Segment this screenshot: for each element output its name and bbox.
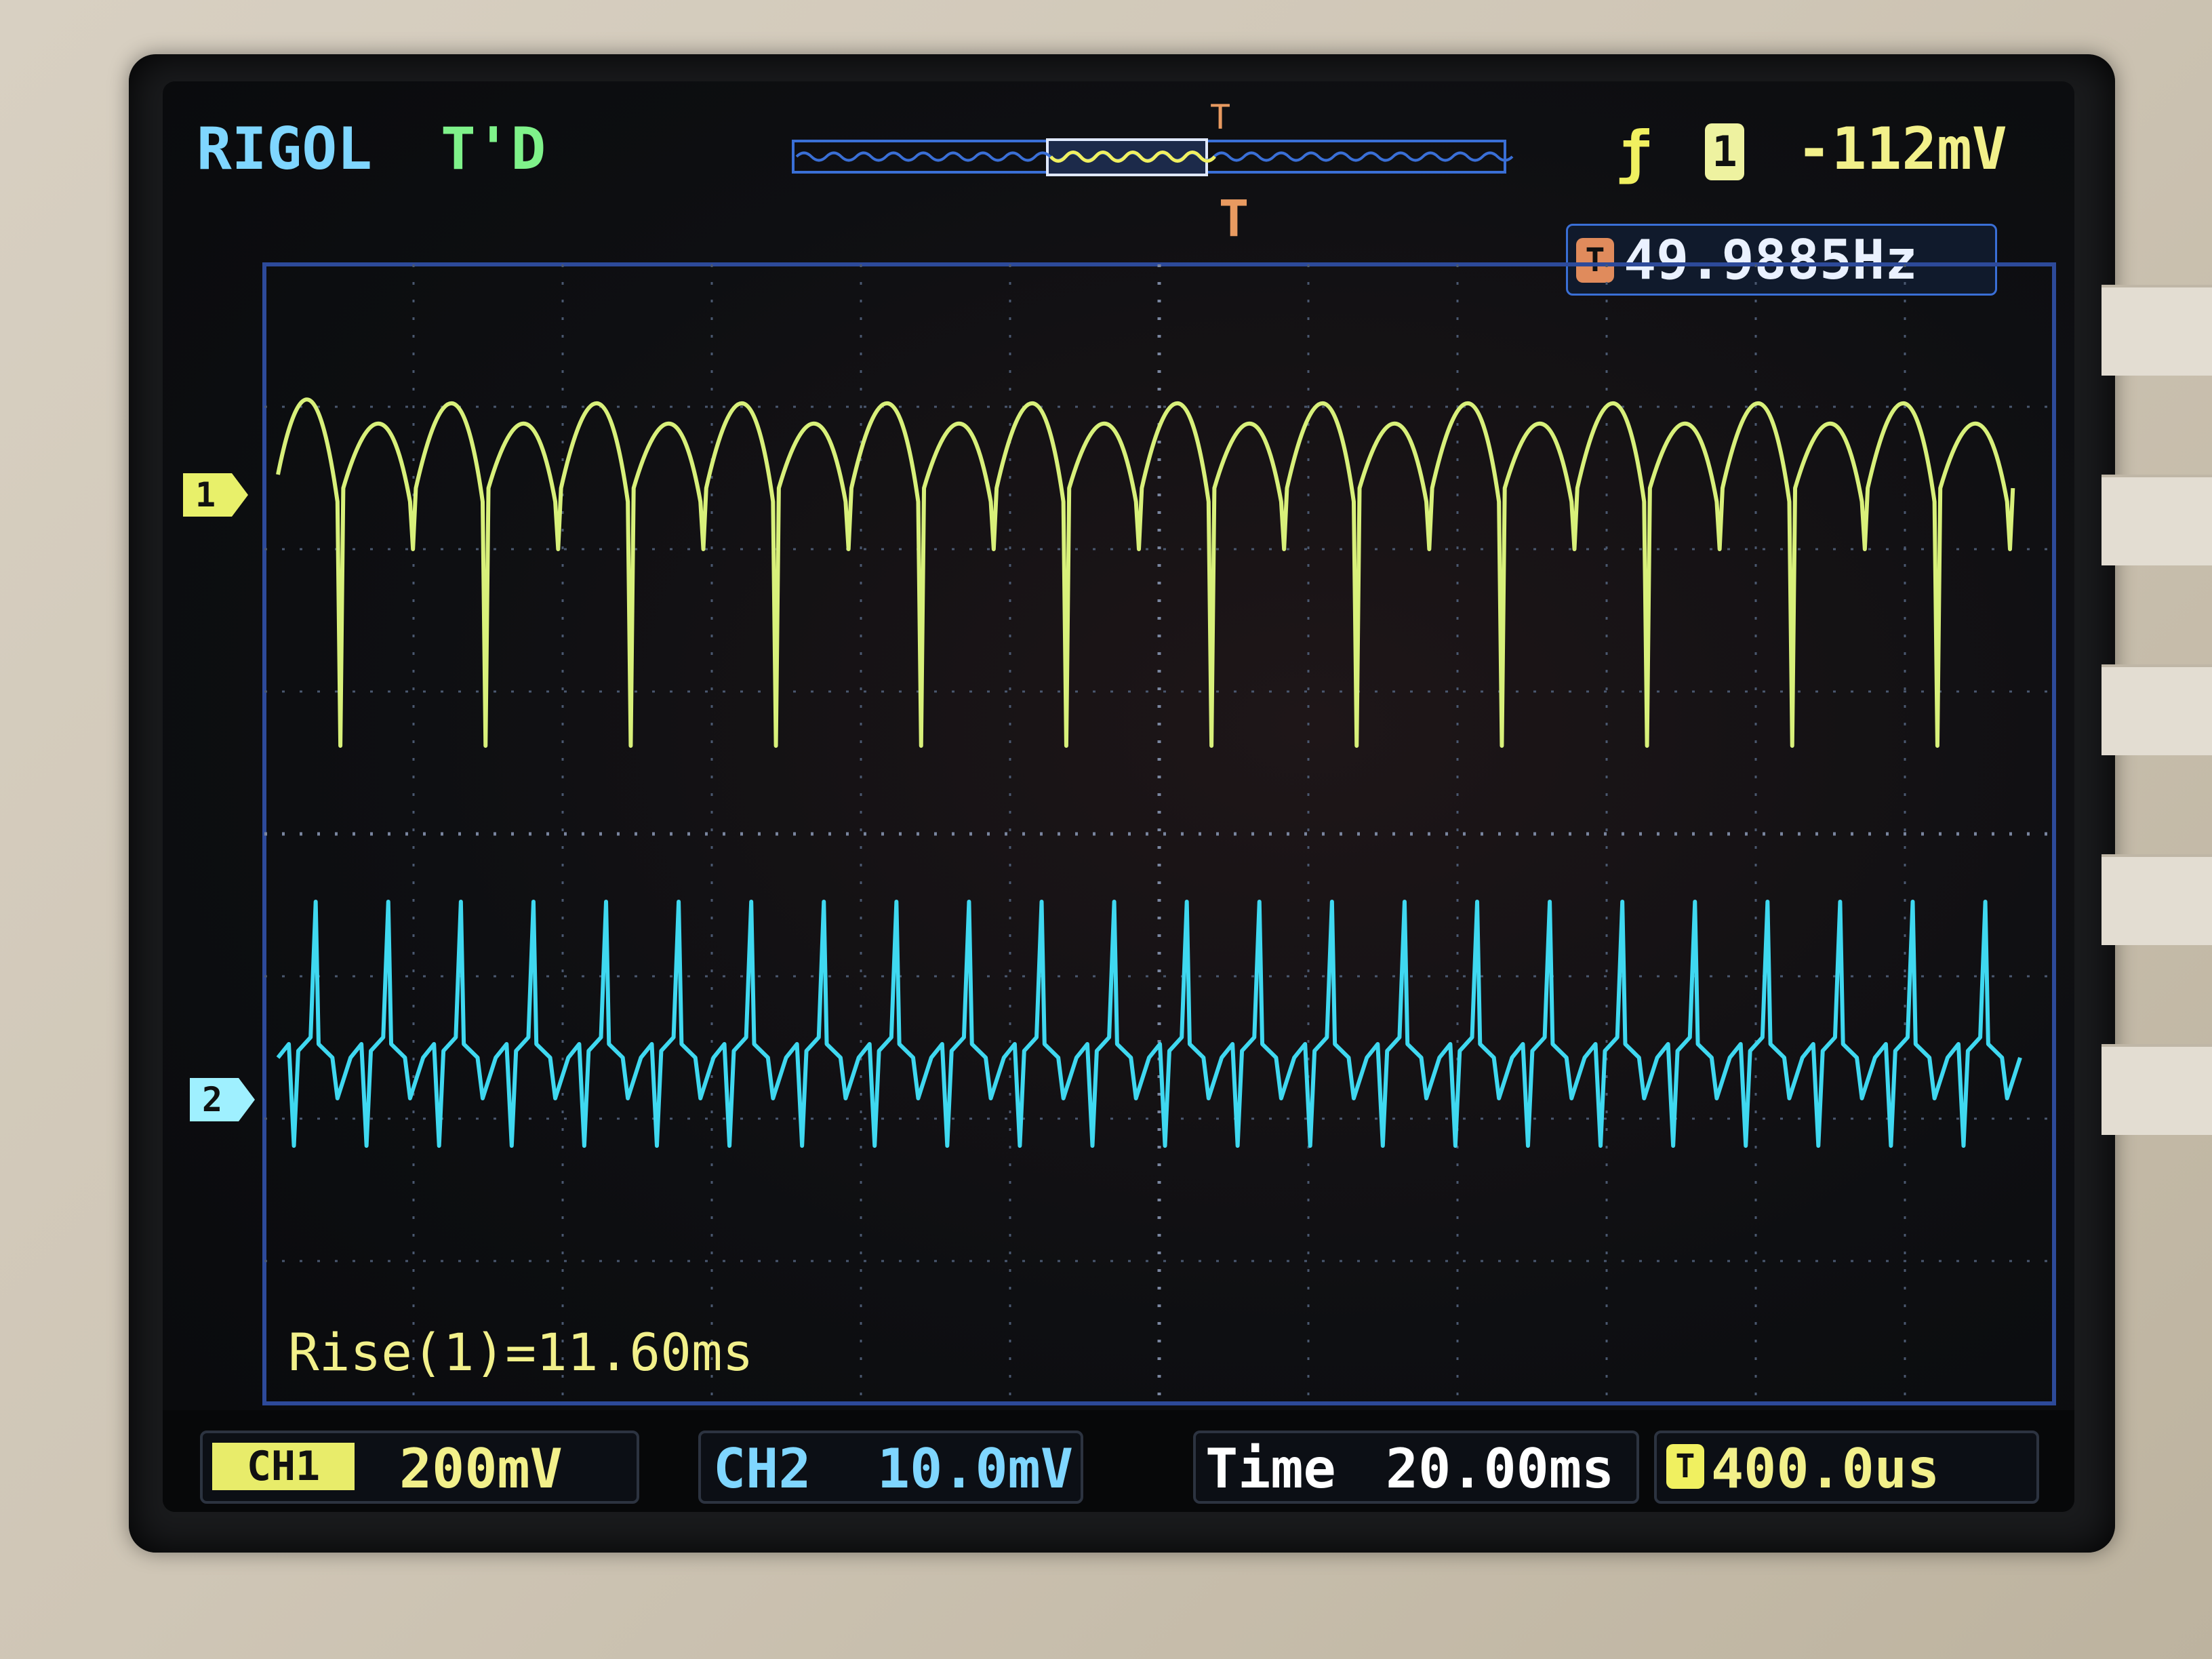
menu-button-1[interactable] bbox=[2102, 285, 2212, 376]
ch1-waveform bbox=[276, 397, 2015, 748]
side-button-panel bbox=[2102, 285, 2212, 1437]
rise-time-measurement: Rise(1)=11.60ms bbox=[288, 1322, 754, 1382]
menu-button-3[interactable] bbox=[2102, 664, 2212, 755]
time-value: 20.00ms bbox=[1386, 1437, 1615, 1500]
ch1-scale-box[interactable]: CH1 200mV bbox=[200, 1431, 639, 1504]
graticule-frame bbox=[262, 262, 2056, 1405]
trigger-delay-box[interactable]: T 400.0us bbox=[1654, 1431, 2039, 1504]
scope-screen: RIGOL T'D T T ƒ 1 -112mV T 49.9885Hz 1 2… bbox=[163, 81, 2074, 1512]
trigger-delay-value: 400.0us bbox=[1711, 1437, 1940, 1500]
menu-button-2[interactable] bbox=[2102, 475, 2212, 565]
ch2-scale: 10.0mV bbox=[877, 1437, 1073, 1500]
status-bar: CH1 200mV CH2 10.0mV Time 20.00ms T 400.… bbox=[163, 1410, 2074, 1512]
ch2-waveform bbox=[276, 900, 2022, 1148]
ch2-scale-box[interactable]: CH2 10.0mV bbox=[698, 1431, 1083, 1504]
menu-button-4[interactable] bbox=[2102, 854, 2212, 945]
graticule bbox=[262, 262, 2056, 1405]
trigger-delay-icon: T bbox=[1666, 1444, 1704, 1489]
ch2-label: CH2 bbox=[713, 1437, 811, 1500]
time-label: Time bbox=[1205, 1437, 1336, 1500]
ch1-label: CH1 bbox=[212, 1443, 355, 1490]
ch1-scale: 200mV bbox=[399, 1437, 563, 1500]
timebase-box[interactable]: Time 20.00ms bbox=[1193, 1431, 1639, 1504]
menu-button-5[interactable] bbox=[2102, 1044, 2212, 1135]
waveform-area bbox=[262, 262, 2056, 1405]
